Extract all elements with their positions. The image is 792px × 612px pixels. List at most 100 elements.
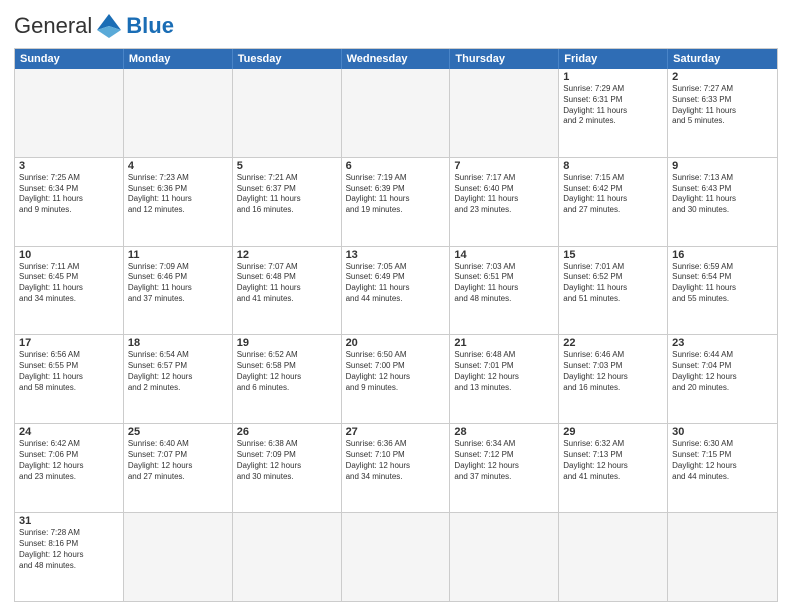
day-info: Sunrise: 7:13 AM Sunset: 6:43 PM Dayligh… [672, 173, 773, 216]
calendar-row-5: 31Sunrise: 7:28 AM Sunset: 8:16 PM Dayli… [15, 512, 777, 601]
day-info: Sunrise: 7:28 AM Sunset: 8:16 PM Dayligh… [19, 528, 119, 571]
day-info: Sunrise: 7:23 AM Sunset: 6:36 PM Dayligh… [128, 173, 228, 216]
calendar-cell: 7Sunrise: 7:17 AM Sunset: 6:40 PM Daylig… [450, 158, 559, 246]
calendar-cell: 18Sunrise: 6:54 AM Sunset: 6:57 PM Dayli… [124, 335, 233, 423]
calendar-cell: 22Sunrise: 6:46 AM Sunset: 7:03 PM Dayli… [559, 335, 668, 423]
calendar-cell [124, 513, 233, 601]
calendar-cell: 17Sunrise: 6:56 AM Sunset: 6:55 PM Dayli… [15, 335, 124, 423]
calendar-cell: 28Sunrise: 6:34 AM Sunset: 7:12 PM Dayli… [450, 424, 559, 512]
calendar-cell: 21Sunrise: 6:48 AM Sunset: 7:01 PM Dayli… [450, 335, 559, 423]
day-number: 22 [563, 337, 663, 349]
day-number: 25 [128, 426, 228, 438]
day-number: 27 [346, 426, 446, 438]
page: General Blue SundayMondayTuesdayWednesda… [0, 0, 792, 612]
calendar-row-4: 24Sunrise: 6:42 AM Sunset: 7:06 PM Dayli… [15, 423, 777, 512]
day-info: Sunrise: 6:54 AM Sunset: 6:57 PM Dayligh… [128, 350, 228, 393]
day-info: Sunrise: 7:21 AM Sunset: 6:37 PM Dayligh… [237, 173, 337, 216]
day-number: 31 [19, 515, 119, 527]
day-number: 21 [454, 337, 554, 349]
day-info: Sunrise: 6:46 AM Sunset: 7:03 PM Dayligh… [563, 350, 663, 393]
header-cell-sunday: Sunday [15, 49, 124, 69]
calendar-cell [15, 69, 124, 157]
logo-text-general: General [14, 13, 92, 39]
day-info: Sunrise: 6:44 AM Sunset: 7:04 PM Dayligh… [672, 350, 773, 393]
logo: General Blue [14, 10, 174, 42]
day-info: Sunrise: 7:25 AM Sunset: 6:34 PM Dayligh… [19, 173, 119, 216]
calendar-cell: 11Sunrise: 7:09 AM Sunset: 6:46 PM Dayli… [124, 247, 233, 335]
header-cell-wednesday: Wednesday [342, 49, 451, 69]
day-number: 29 [563, 426, 663, 438]
day-number: 15 [563, 249, 663, 261]
day-info: Sunrise: 7:19 AM Sunset: 6:39 PM Dayligh… [346, 173, 446, 216]
calendar-cell [450, 513, 559, 601]
calendar-cell: 9Sunrise: 7:13 AM Sunset: 6:43 PM Daylig… [668, 158, 777, 246]
day-number: 24 [19, 426, 119, 438]
calendar-row-3: 17Sunrise: 6:56 AM Sunset: 6:55 PM Dayli… [15, 334, 777, 423]
day-info: Sunrise: 7:03 AM Sunset: 6:51 PM Dayligh… [454, 262, 554, 305]
day-number: 20 [346, 337, 446, 349]
day-info: Sunrise: 6:34 AM Sunset: 7:12 PM Dayligh… [454, 439, 554, 482]
day-info: Sunrise: 6:48 AM Sunset: 7:01 PM Dayligh… [454, 350, 554, 393]
calendar-cell: 19Sunrise: 6:52 AM Sunset: 6:58 PM Dayli… [233, 335, 342, 423]
day-info: Sunrise: 6:30 AM Sunset: 7:15 PM Dayligh… [672, 439, 773, 482]
calendar-cell [233, 69, 342, 157]
calendar-cell: 27Sunrise: 6:36 AM Sunset: 7:10 PM Dayli… [342, 424, 451, 512]
calendar-cell: 1Sunrise: 7:29 AM Sunset: 6:31 PM Daylig… [559, 69, 668, 157]
day-number: 8 [563, 160, 663, 172]
day-number: 18 [128, 337, 228, 349]
calendar-cell: 26Sunrise: 6:38 AM Sunset: 7:09 PM Dayli… [233, 424, 342, 512]
day-number: 10 [19, 249, 119, 261]
calendar-cell: 8Sunrise: 7:15 AM Sunset: 6:42 PM Daylig… [559, 158, 668, 246]
calendar-cell: 16Sunrise: 6:59 AM Sunset: 6:54 PM Dayli… [668, 247, 777, 335]
calendar-cell [342, 513, 451, 601]
calendar-cell: 10Sunrise: 7:11 AM Sunset: 6:45 PM Dayli… [15, 247, 124, 335]
header: General Blue [14, 10, 778, 42]
day-info: Sunrise: 6:52 AM Sunset: 6:58 PM Dayligh… [237, 350, 337, 393]
header-cell-monday: Monday [124, 49, 233, 69]
logo-icon [93, 10, 125, 42]
calendar-body: 1Sunrise: 7:29 AM Sunset: 6:31 PM Daylig… [15, 69, 777, 601]
day-info: Sunrise: 7:09 AM Sunset: 6:46 PM Dayligh… [128, 262, 228, 305]
day-number: 1 [563, 71, 663, 83]
calendar-cell: 25Sunrise: 6:40 AM Sunset: 7:07 PM Dayli… [124, 424, 233, 512]
day-number: 12 [237, 249, 337, 261]
logo-area: General Blue [14, 10, 174, 42]
day-number: 23 [672, 337, 773, 349]
day-number: 5 [237, 160, 337, 172]
calendar-cell [124, 69, 233, 157]
calendar-cell [559, 513, 668, 601]
calendar-row-1: 3Sunrise: 7:25 AM Sunset: 6:34 PM Daylig… [15, 157, 777, 246]
header-cell-friday: Friday [559, 49, 668, 69]
day-info: Sunrise: 7:11 AM Sunset: 6:45 PM Dayligh… [19, 262, 119, 305]
day-info: Sunrise: 7:29 AM Sunset: 6:31 PM Dayligh… [563, 84, 663, 127]
day-info: Sunrise: 6:32 AM Sunset: 7:13 PM Dayligh… [563, 439, 663, 482]
day-number: 16 [672, 249, 773, 261]
day-number: 14 [454, 249, 554, 261]
day-number: 30 [672, 426, 773, 438]
day-number: 4 [128, 160, 228, 172]
day-info: Sunrise: 6:50 AM Sunset: 7:00 PM Dayligh… [346, 350, 446, 393]
day-info: Sunrise: 7:15 AM Sunset: 6:42 PM Dayligh… [563, 173, 663, 216]
calendar-row-0: 1Sunrise: 7:29 AM Sunset: 6:31 PM Daylig… [15, 69, 777, 157]
calendar-cell [233, 513, 342, 601]
calendar-cell [668, 513, 777, 601]
calendar-cell: 31Sunrise: 7:28 AM Sunset: 8:16 PM Dayli… [15, 513, 124, 601]
day-number: 26 [237, 426, 337, 438]
calendar-cell: 29Sunrise: 6:32 AM Sunset: 7:13 PM Dayli… [559, 424, 668, 512]
calendar-cell: 15Sunrise: 7:01 AM Sunset: 6:52 PM Dayli… [559, 247, 668, 335]
header-cell-thursday: Thursday [450, 49, 559, 69]
day-number: 3 [19, 160, 119, 172]
calendar-cell [342, 69, 451, 157]
calendar-cell: 23Sunrise: 6:44 AM Sunset: 7:04 PM Dayli… [668, 335, 777, 423]
day-number: 17 [19, 337, 119, 349]
calendar-cell: 14Sunrise: 7:03 AM Sunset: 6:51 PM Dayli… [450, 247, 559, 335]
day-info: Sunrise: 6:36 AM Sunset: 7:10 PM Dayligh… [346, 439, 446, 482]
calendar-cell: 6Sunrise: 7:19 AM Sunset: 6:39 PM Daylig… [342, 158, 451, 246]
calendar-cell: 24Sunrise: 6:42 AM Sunset: 7:06 PM Dayli… [15, 424, 124, 512]
calendar-row-2: 10Sunrise: 7:11 AM Sunset: 6:45 PM Dayli… [15, 246, 777, 335]
day-info: Sunrise: 7:01 AM Sunset: 6:52 PM Dayligh… [563, 262, 663, 305]
day-info: Sunrise: 6:40 AM Sunset: 7:07 PM Dayligh… [128, 439, 228, 482]
header-cell-saturday: Saturday [668, 49, 777, 69]
day-info: Sunrise: 6:56 AM Sunset: 6:55 PM Dayligh… [19, 350, 119, 393]
calendar-cell: 20Sunrise: 6:50 AM Sunset: 7:00 PM Dayli… [342, 335, 451, 423]
